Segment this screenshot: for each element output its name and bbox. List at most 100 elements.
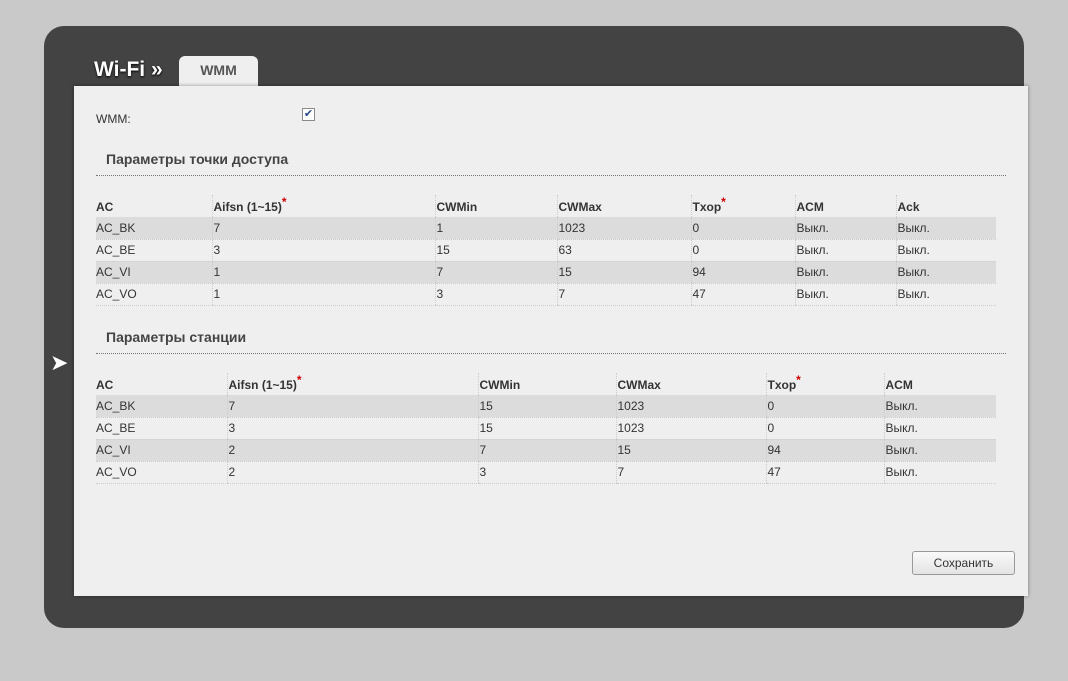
table-cell: Выкл. [895, 217, 996, 240]
table-row[interactable]: AC_BK 7 1 1023 0 Выкл. Выкл. [96, 217, 996, 240]
table-cell: 47 [690, 283, 795, 306]
required-asterisk: * [796, 373, 801, 387]
column-label: AC [96, 200, 114, 214]
table-cell: 3 [226, 417, 478, 440]
column-header: Txop* [690, 195, 795, 217]
column-header: Txop* [765, 373, 884, 395]
table-cell: 63 [556, 239, 691, 262]
column-label: Ack [897, 200, 920, 214]
table-cell: 7 [477, 439, 616, 462]
wmm-label: WMM: [96, 112, 131, 126]
table-cell: 1 [434, 217, 557, 240]
table-cell: 0 [765, 395, 884, 418]
table-cell: 15 [434, 239, 557, 262]
column-header: CWMin [477, 373, 616, 395]
table-cell: 2 [226, 461, 478, 484]
table-cell: Выкл. [883, 417, 996, 440]
table-cell: 15 [556, 261, 691, 284]
table-row[interactable]: AC_VI 2 7 15 94 Выкл. [96, 439, 996, 462]
table-cell: AC_BK [96, 217, 212, 240]
column-header: AC [96, 195, 212, 217]
table-cell: 15 [615, 439, 766, 462]
table-row[interactable]: AC_BE 3 15 63 0 Выкл. Выкл. [96, 239, 996, 262]
table-cell: 7 [226, 395, 478, 418]
ap-params-table: AC Aifsn (1~15)* CWMin CWMax Txop* ACM Ack AC_B… [96, 195, 996, 306]
table-cell: 3 [434, 283, 557, 306]
column-header: CWMax [556, 195, 691, 217]
table-cell: 0 [690, 217, 795, 240]
table-cell: Выкл. [794, 283, 896, 306]
table-cell: Выкл. [794, 217, 896, 240]
column-header: CWMin [434, 195, 557, 217]
table-row[interactable]: AC_BK 7 15 1023 0 Выкл. [96, 395, 996, 418]
column-header: Aifsn (1~15)* [226, 373, 478, 395]
table-header: AC Aifsn (1~15)* CWMin CWMax Txop* ACM [96, 373, 996, 395]
sta-section-title: Параметры станции [106, 329, 247, 345]
column-label: Aifsn (1~15) [228, 378, 297, 392]
wmm-checkbox[interactable]: ✔ [302, 108, 315, 121]
required-asterisk: * [721, 195, 726, 209]
page-title: Wi-Fi » [94, 58, 163, 81]
table-row[interactable]: AC_VI 1 7 15 94 Выкл. Выкл. [96, 261, 996, 284]
table-row[interactable]: AC_BE 3 15 1023 0 Выкл. [96, 417, 996, 440]
column-header: AC [96, 373, 227, 395]
table-cell: 7 [434, 261, 557, 284]
table-cell: 1023 [615, 395, 766, 418]
required-asterisk: * [296, 373, 302, 387]
table-cell: 7 [556, 283, 691, 306]
table-cell: 47 [765, 461, 884, 484]
table-cell: AC_BE [96, 417, 227, 440]
table-cell: 1023 [615, 417, 766, 440]
column-label: Txop [767, 378, 797, 392]
table-cell: 2 [226, 439, 478, 462]
table-cell: 7 [211, 217, 435, 240]
table-cell: 94 [765, 439, 884, 462]
sta-params-table: AC Aifsn (1~15)* CWMin CWMax Txop* ACM AC_BK 7 1… [96, 373, 996, 484]
table-cell: Выкл. [794, 261, 896, 284]
save-button[interactable]: Сохранить [912, 551, 1015, 575]
table-cell: Выкл. [895, 261, 996, 284]
divider [96, 175, 1006, 176]
column-label: ACM [885, 378, 913, 392]
column-header: ACM [883, 373, 996, 395]
table-cell: 15 [477, 395, 616, 418]
table-cell: 0 [765, 417, 884, 440]
table-cell: AC_VI [96, 439, 227, 462]
table-cell: 1 [211, 283, 435, 306]
table-row[interactable]: AC_VO 2 3 7 47 Выкл. [96, 461, 996, 484]
table-header: AC Aifsn (1~15)* CWMin CWMax Txop* ACM Ack [96, 195, 996, 217]
table-cell: AC_VO [96, 461, 227, 484]
table-cell: 1023 [556, 217, 691, 240]
table-cell: Выкл. [794, 239, 896, 262]
tab-wmm[interactable]: WMM [179, 56, 258, 87]
checkmark-icon: ✔ [303, 108, 314, 120]
column-label: CWMin [479, 378, 521, 392]
back-arrow-icon[interactable]: ➤ [50, 350, 68, 376]
column-header: ACM [794, 195, 896, 217]
column-label: ACM [796, 200, 824, 214]
column-label: CWMax [617, 378, 661, 392]
column-header: Aifsn (1~15)* [211, 195, 435, 217]
table-cell: 7 [615, 461, 766, 484]
table-cell: AC_VO [96, 283, 212, 306]
table-row[interactable]: AC_VO 1 3 7 47 Выкл. Выкл. [96, 283, 996, 306]
table-cell: AC_BK [96, 395, 227, 418]
column-label: AC [96, 378, 114, 392]
column-header: CWMax [615, 373, 766, 395]
table-cell: Выкл. [883, 461, 996, 484]
table-cell: 1 [211, 261, 435, 284]
column-label: Txop [692, 200, 722, 214]
table-cell: 15 [477, 417, 616, 440]
table-cell: 3 [211, 239, 435, 262]
table-cell: 94 [690, 261, 795, 284]
required-asterisk: * [281, 195, 287, 209]
table-cell: 3 [477, 461, 616, 484]
table-cell: Выкл. [895, 283, 996, 306]
column-label: CWMax [558, 200, 602, 214]
column-label: CWMin [436, 200, 478, 214]
table-cell: Выкл. [883, 439, 996, 462]
table-cell: Выкл. [883, 395, 996, 418]
column-header: Ack [895, 195, 996, 217]
table-cell: AC_BE [96, 239, 212, 262]
table-cell: Выкл. [895, 239, 996, 262]
